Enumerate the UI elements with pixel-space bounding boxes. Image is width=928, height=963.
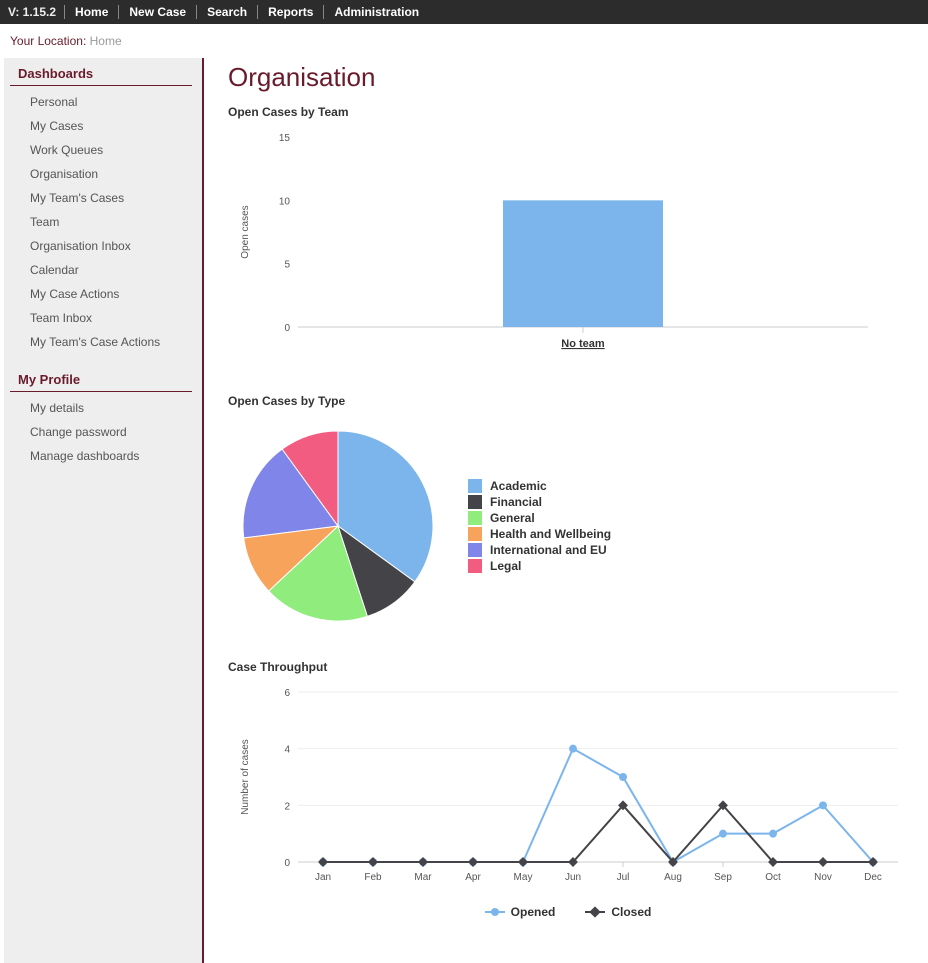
legend-opened-label: Opened xyxy=(511,905,556,919)
svg-text:Dec: Dec xyxy=(864,872,882,883)
main-content: Organisation Open Cases by Team 0 5 10 15 Op… xyxy=(204,58,928,963)
sidebar-item-calendar[interactable]: Calendar xyxy=(4,258,202,282)
sidebar-item-team-inbox[interactable]: Team Inbox xyxy=(4,306,202,330)
legend-swatch xyxy=(468,527,482,541)
svg-text:6: 6 xyxy=(284,688,290,699)
line-legend: Opened Closed xyxy=(228,905,908,919)
svg-text:Nov: Nov xyxy=(814,872,832,883)
legend-closed-label: Closed xyxy=(611,905,651,919)
legend-label: General xyxy=(490,511,535,525)
svg-text:Mar: Mar xyxy=(414,872,432,883)
legend-label: Financial xyxy=(490,495,542,509)
pie-legend: Academic Financial General Health and Wellb… xyxy=(468,477,611,575)
version-label: V: 1.15.2 xyxy=(8,5,65,19)
sidebar-heading-dashboards: Dashboards xyxy=(10,58,192,86)
svg-text:Aug: Aug xyxy=(664,872,682,883)
nav-reports[interactable]: Reports xyxy=(258,5,324,19)
svg-text:15: 15 xyxy=(279,133,291,144)
sidebar-item-my-cases[interactable]: My Cases xyxy=(4,114,202,138)
legend-label: International and EU xyxy=(490,543,607,557)
sidebar-list-my-profile: My details Change password Manage dashbo… xyxy=(4,396,202,468)
legend-swatch xyxy=(468,559,482,573)
sidebar-item-my-case-actions[interactable]: My Case Actions xyxy=(4,282,202,306)
svg-text:Number of cases: Number of cases xyxy=(240,739,251,815)
chart1-title: Open Cases by Team xyxy=(228,105,908,119)
legend-label: Academic xyxy=(490,479,547,493)
svg-text:Feb: Feb xyxy=(364,872,382,883)
svg-text:10: 10 xyxy=(279,196,291,207)
page-title: Organisation xyxy=(228,62,908,93)
legend-swatch xyxy=(468,511,482,525)
breadcrumb-label: Your Location: xyxy=(10,34,86,48)
svg-text:Jul: Jul xyxy=(617,872,630,883)
svg-text:Sep: Sep xyxy=(714,872,732,883)
sidebar-item-organisation[interactable]: Organisation xyxy=(4,162,202,186)
sidebar-item-personal[interactable]: Personal xyxy=(4,90,202,114)
legend-item[interactable]: Financial xyxy=(468,495,611,509)
sidebar: Dashboards Personal My Cases Work Queues… xyxy=(4,58,204,963)
sidebar-item-team[interactable]: Team xyxy=(4,210,202,234)
sidebar-item-change-password[interactable]: Change password xyxy=(4,420,202,444)
legend-swatch xyxy=(468,479,482,493)
sidebar-item-my-details[interactable]: My details xyxy=(4,396,202,420)
breadcrumb: Your Location: Home xyxy=(0,24,928,58)
nav-search[interactable]: Search xyxy=(197,5,258,19)
chart3-title: Case Throughput xyxy=(228,660,908,674)
legend-item[interactable]: Legal xyxy=(468,559,611,573)
sidebar-item-my-teams-cases[interactable]: My Team's Cases xyxy=(4,186,202,210)
topbar: V: 1.15.2 Home New Case Search Reports A… xyxy=(0,0,928,24)
sidebar-item-my-teams-case-actions[interactable]: My Team's Case Actions xyxy=(4,330,202,354)
nav-home[interactable]: Home xyxy=(65,5,119,19)
legend-item[interactable]: International and EU xyxy=(468,543,611,557)
svg-text:2: 2 xyxy=(284,801,290,812)
svg-text:Oct: Oct xyxy=(765,872,781,883)
svg-text:May: May xyxy=(514,872,533,883)
svg-text:5: 5 xyxy=(284,260,290,271)
legend-swatch xyxy=(468,543,482,557)
legend-swatch xyxy=(468,495,482,509)
svg-text:Open cases: Open cases xyxy=(240,205,251,258)
legend-item[interactable]: Academic xyxy=(468,479,611,493)
chart2-title: Open Cases by Type xyxy=(228,394,908,408)
svg-text:0: 0 xyxy=(284,323,290,334)
nav-administration[interactable]: Administration xyxy=(324,5,429,19)
svg-text:No team: No team xyxy=(561,338,605,350)
chart2-pie: Academic Financial General Health and Wellb… xyxy=(228,416,908,636)
svg-text:Jun: Jun xyxy=(565,872,581,883)
sidebar-item-work-queues[interactable]: Work Queues xyxy=(4,138,202,162)
legend-opened[interactable]: Opened xyxy=(485,905,556,919)
legend-label: Legal xyxy=(490,559,521,573)
chart1-bar: 0 5 10 15 Open cases No team xyxy=(228,127,908,370)
nav-new-case[interactable]: New Case xyxy=(119,5,197,19)
sidebar-item-organisation-inbox[interactable]: Organisation Inbox xyxy=(4,234,202,258)
breadcrumb-location[interactable]: Home xyxy=(90,34,122,48)
svg-text:Jan: Jan xyxy=(315,872,331,883)
sidebar-heading-my-profile: My Profile xyxy=(10,364,192,392)
legend-label: Health and Wellbeing xyxy=(490,527,611,541)
legend-item[interactable]: General xyxy=(468,511,611,525)
svg-text:4: 4 xyxy=(284,745,290,756)
legend-closed[interactable]: Closed xyxy=(585,905,651,919)
sidebar-item-manage-dashboards[interactable]: Manage dashboards xyxy=(4,444,202,468)
legend-item[interactable]: Health and Wellbeing xyxy=(468,527,611,541)
svg-text:0: 0 xyxy=(284,858,290,869)
sidebar-list-dashboards: Personal My Cases Work Queues Organisati… xyxy=(4,90,202,354)
chart3-line: 0 2 4 6 Number of cases Jan Feb Mar Apr May Jun Jul… xyxy=(228,682,908,919)
svg-text:Apr: Apr xyxy=(465,872,481,883)
